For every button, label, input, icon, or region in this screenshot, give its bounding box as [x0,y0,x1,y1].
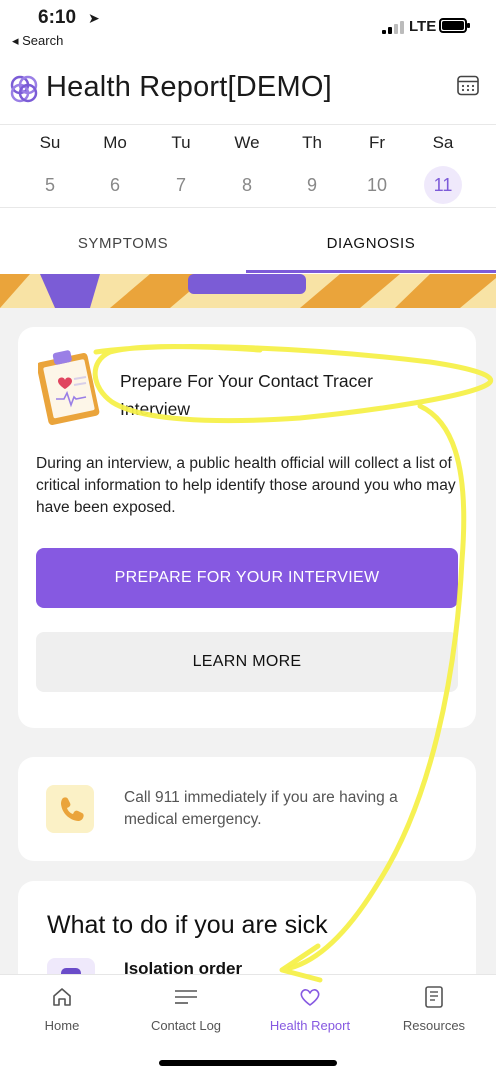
day-name: Fr [368,133,386,152]
day-thursday[interactable]: Th 9 [282,125,342,209]
nav-contact-log[interactable]: Contact Log [124,975,248,1045]
nav-label: Health Report [269,1018,351,1033]
status-bar: 6:10 ➤ ◂ Search LTE [0,0,496,54]
contact-tracer-card: Prepare For Your Contact Tracer Intervie… [18,327,476,728]
nav-label: Resources [402,1018,466,1033]
list-icon [175,990,197,1004]
day-date: 7 [175,175,186,195]
section-title: What to do if you are sick [47,911,328,939]
home-icon [53,988,71,1006]
battery-icon [439,18,470,33]
day-date: 9 [306,175,317,195]
bottom-nav: Home Contact Log Health Report Resources [0,974,496,1074]
decorative-banner [0,274,496,308]
calendar-icon[interactable] [456,73,480,97]
card-description: During an interview, a public health off… [36,455,456,516]
nav-label: Contact Log [150,1018,222,1033]
learn-more-button[interactable]: LEARN MORE [36,632,458,692]
document-icon [425,986,443,1008]
nav-label: Home [44,1018,80,1033]
signal-icon [382,20,404,34]
day-wednesday[interactable]: We 8 [217,125,277,209]
phone-icon [46,785,94,833]
day-name: Th [302,133,322,152]
home-indicator [159,1060,337,1066]
tab-symptoms[interactable]: SYMPTOMS [0,208,246,274]
card-title: Prepare For Your Contact Tracer Intervie… [120,371,373,419]
day-date: 10 [366,175,388,195]
week-strip: Su 5 Mo 6 Tu 7 We 8 Th 9 Fr 10 Sa 11 [0,124,496,208]
day-date: 5 [44,175,55,195]
network-label: LTE [409,18,437,35]
tab-diagnosis[interactable]: DIAGNOSIS [246,208,496,274]
day-name: Tu [171,133,191,152]
day-sunday[interactable]: Su 5 [20,125,80,209]
day-tuesday[interactable]: Tu 7 [151,125,211,209]
emergency-text: Call 911 immediately if you are having a… [124,789,398,828]
app-header: Health Report[DEMO] [0,54,496,124]
nav-resources[interactable]: Resources [372,975,496,1045]
page-title: Health Report[DEMO] [46,71,332,103]
nav-health-report[interactable]: Health Report [248,975,372,1045]
active-tab-indicator [246,270,496,273]
location-arrow-icon: ➤ [88,10,100,26]
day-saturday-selected[interactable]: Sa 11 [413,125,473,209]
report-tabs: SYMPTOMS DIAGNOSIS [0,208,496,274]
day-date: 6 [109,175,120,195]
day-date: 11 [424,166,462,204]
day-friday[interactable]: Fr 10 [347,125,407,209]
day-name: Sa [432,133,454,152]
app-logo-icon [10,75,38,103]
clipboard-icon [38,350,100,425]
day-name: Su [39,133,61,152]
nav-home[interactable]: Home [0,975,124,1045]
heart-icon [300,989,320,1006]
clock: 6:10 [38,7,77,28]
day-date: 8 [241,175,252,195]
prepare-interview-button[interactable]: PREPARE FOR YOUR INTERVIEW [36,548,458,608]
emergency-card[interactable]: Call 911 immediately if you are having a… [18,757,476,861]
day-name: We [234,133,260,152]
back-to-search-link[interactable]: ◂ Search [12,33,63,49]
day-name: Mo [103,133,127,152]
day-monday[interactable]: Mo 6 [85,125,145,209]
